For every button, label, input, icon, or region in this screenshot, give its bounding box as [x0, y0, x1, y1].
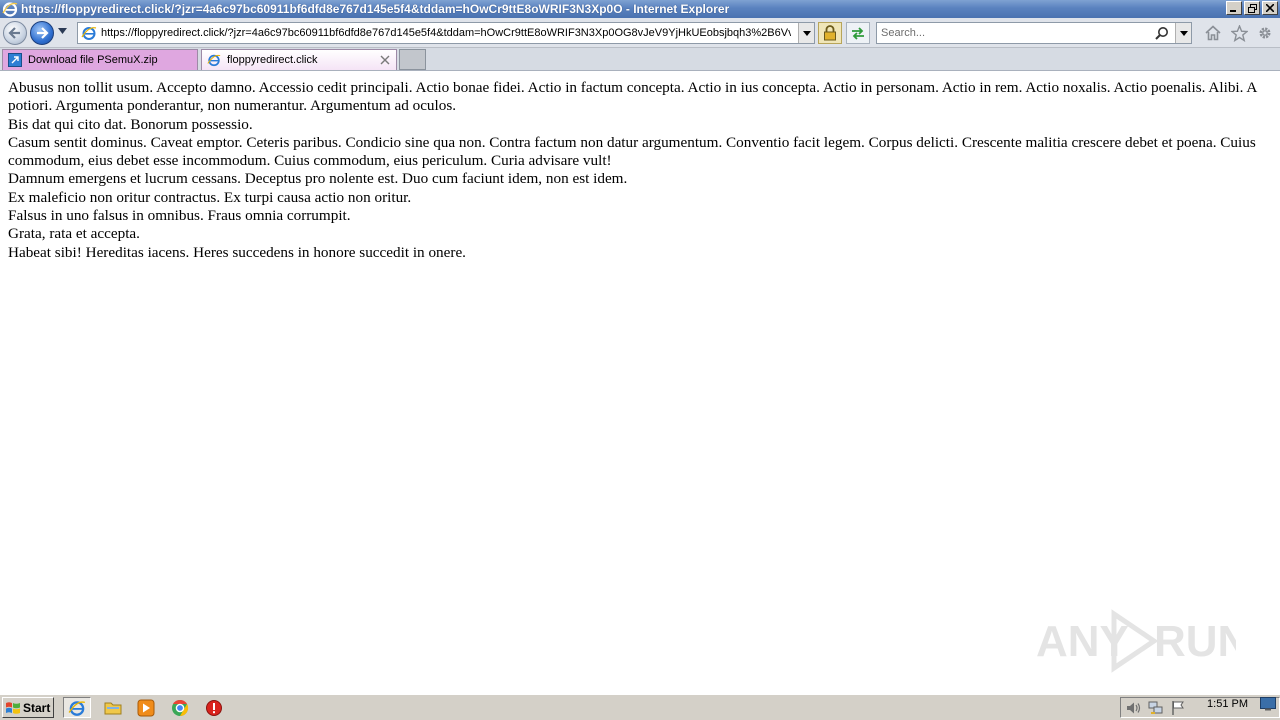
warning-stop-icon [206, 699, 222, 716]
action-center-button[interactable] [1169, 700, 1187, 716]
taskbar: Start 1:51 PM [0, 693, 1280, 720]
star-icon [1230, 24, 1248, 42]
taskbar-explorer-button[interactable] [99, 697, 127, 718]
tab-download-file[interactable]: Download file PSemuX.zip [2, 49, 198, 70]
tab-label: Download file PSemuX.zip [28, 53, 158, 66]
address-input[interactable] [101, 27, 791, 39]
favorites-button[interactable] [1230, 24, 1248, 42]
gear-icon [1259, 27, 1271, 39]
search-icon[interactable] [1155, 26, 1169, 40]
flag-icon [1172, 700, 1184, 715]
media-player-icon [137, 699, 155, 716]
home-button[interactable] [1204, 24, 1222, 42]
window-controls [1226, 1, 1278, 15]
speaker-icon [1127, 702, 1141, 713]
history-dropdown-icon[interactable] [58, 28, 67, 34]
internet-explorer-icon [2, 2, 18, 17]
window-title-bar[interactable]: https://floppyredirect.click/?jzr=4a6c97… [0, 0, 1280, 18]
network-icon [1148, 701, 1163, 714]
restore-icon [1247, 3, 1257, 13]
new-tab-button[interactable] [399, 49, 426, 70]
close-icon [1266, 4, 1274, 12]
taskbar-clock[interactable]: 1:51 PM [1207, 698, 1248, 710]
anyrun-logo-icon: ANY RUN [1036, 609, 1236, 673]
security-lock-button[interactable] [818, 22, 842, 44]
start-label: Start [23, 700, 51, 715]
tab-label: floppyredirect.click [227, 53, 318, 66]
text-paragraph: Casum sentit dominus. Caveat emptor. Cet… [8, 133, 1256, 170]
show-desktop-icon[interactable] [1260, 697, 1276, 711]
address-dropdown-button[interactable] [798, 23, 814, 43]
page-ie-icon [81, 27, 97, 40]
search-box[interactable] [876, 22, 1192, 44]
windows-logo-icon [6, 701, 20, 714]
volume-button[interactable] [1125, 700, 1143, 716]
command-icons [1204, 24, 1274, 42]
forward-button[interactable] [30, 21, 54, 45]
home-icon [1205, 25, 1221, 41]
arrow-left-icon [8, 27, 20, 39]
text-paragraph: Habeat sibi! Hereditas iacens. Heres suc… [8, 243, 466, 261]
page-content: Abusus non tollit usum. Accepto damno. A… [0, 72, 1280, 692]
chevron-down-icon [1179, 30, 1188, 36]
search-dropdown-button[interactable] [1175, 23, 1191, 43]
chrome-icon [172, 699, 189, 716]
close-button[interactable] [1262, 1, 1278, 15]
system-tray [1120, 697, 1280, 718]
internet-explorer-icon [68, 700, 86, 716]
refresh-icon [852, 27, 864, 40]
taskbar-media-button[interactable] [132, 697, 160, 718]
address-bar[interactable] [77, 22, 815, 44]
tools-button[interactable] [1256, 24, 1274, 42]
taskbar-chrome-button[interactable] [166, 697, 194, 718]
minimize-button[interactable] [1226, 1, 1242, 15]
text-paragraph: Damnum emergens et lucrum cessans. Decep… [8, 170, 628, 188]
close-tab-icon[interactable] [380, 55, 390, 65]
lock-icon [824, 25, 836, 41]
text-paragraph: Ex maleficio non oritur contractus. Ex t… [8, 188, 412, 206]
chevron-down-icon [802, 30, 811, 36]
text-paragraph: Bis dat qui cito dat. Bonorum possessio. [8, 115, 253, 133]
start-button[interactable]: Start [2, 697, 54, 718]
folder-icon [104, 702, 122, 714]
navigation-bar [0, 18, 1280, 48]
svg-text:RUN: RUN [1154, 617, 1236, 666]
arrow-right-icon [37, 27, 49, 39]
taskbar-alert-button[interactable] [200, 697, 228, 718]
page-ie-icon [207, 54, 221, 67]
minimize-icon [1230, 10, 1236, 12]
tab-floppyredirect[interactable]: floppyredirect.click [201, 49, 397, 70]
text-paragraph: Falsus in uno falsus in omnibus. Fraus o… [8, 207, 351, 225]
refresh-button[interactable] [846, 22, 870, 44]
network-button[interactable] [1147, 700, 1165, 716]
back-button[interactable] [3, 21, 27, 45]
restore-button[interactable] [1244, 1, 1260, 15]
download-page-icon [8, 53, 22, 67]
tab-bar: Download file PSemuX.zip floppyredirect.… [0, 48, 1280, 71]
window-title: https://floppyredirect.click/?jzr=4a6c97… [21, 2, 730, 16]
search-input[interactable] [877, 27, 1153, 39]
text-paragraph: Grata, rata et accepta. [8, 225, 140, 243]
anyrun-watermark: ANY RUN [1036, 606, 1236, 676]
text-paragraph: Abusus non tollit usum. Accepto damno. A… [8, 79, 1257, 115]
taskbar-ie-button[interactable] [63, 697, 91, 718]
